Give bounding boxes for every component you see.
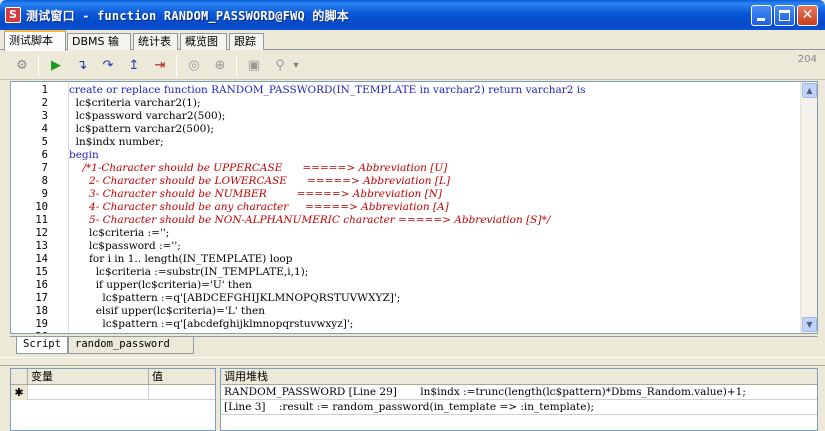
tab-dbms-output[interactable]: DBMS 输出	[67, 33, 131, 63]
line-number: 2	[41, 97, 48, 109]
step-out-icon[interactable]: ↥	[124, 56, 144, 76]
dropdown-icon[interactable]: ▾	[290, 56, 302, 76]
code-editor[interactable]: 1 2 3 4 5 6 7 8 9 10 11 12 13 14 15 16 1…	[10, 81, 818, 334]
line-number: 11	[35, 214, 48, 226]
code-comment-line[interactable]: 2- Character should be LOWERCASE =====> …	[69, 175, 450, 188]
title-bar[interactable]: S 测试窗口 - function RANDOM_PASSWORD@FWQ 的脚…	[0, 0, 825, 30]
code-line[interactable]: elsif upper(lc$criteria)='L' then	[69, 305, 265, 318]
tab-profiler[interactable]: 概览图	[180, 33, 227, 50]
code-line[interactable]: lc$criteria :=substr(IN_TEMPLATE,i,1);	[69, 266, 309, 279]
code-comment-line[interactable]: 4- Character should be any character ===…	[69, 201, 449, 214]
line-number: 4	[41, 123, 48, 135]
panel-splitter[interactable]	[0, 357, 825, 366]
close-icon: ✕	[801, 7, 814, 23]
column-header-value[interactable]: 值	[149, 369, 215, 385]
table-row[interactable]: ✱	[11, 385, 215, 400]
row-header-corner	[11, 369, 28, 385]
code-line[interactable]: lc$password :='';	[69, 240, 181, 253]
debug-toolbar: ⚙ ▶ ↴ ↷ ↥ ⇥ ◎ ⊕ ▣ ⚲ ▾ 204	[0, 51, 825, 80]
line-number: 13	[35, 240, 48, 252]
app-icon[interactable]: S	[5, 7, 21, 23]
line-number: 8	[41, 175, 48, 187]
call-stack-row[interactable]: [Line 3] :result := random_password(in_t…	[221, 400, 817, 415]
line-number: 1	[41, 84, 48, 96]
line-number: 20	[11, 331, 48, 333]
line-number: 5	[41, 136, 48, 148]
new-row-marker: ✱	[11, 385, 28, 400]
maximize-button[interactable]	[774, 5, 795, 26]
code-line[interactable]: lc$pattern :=q'[abcdefghijklmnopqrstuvwx…	[69, 318, 353, 331]
code-line[interactable]: create or replace function RANDOM_PASSWO…	[69, 84, 586, 97]
code-comment-line[interactable]: 5- Character should be NON-ALPHANUMERIC …	[69, 214, 550, 227]
line-number: 16	[35, 279, 48, 291]
minimize-icon	[757, 18, 765, 21]
minimize-button[interactable]	[751, 5, 772, 26]
code-line[interactable]: for i in 1.. length(IN_TEMPLATE) loop	[69, 253, 292, 266]
run-icon[interactable]: ▶	[46, 56, 66, 76]
line-number: 7	[41, 162, 48, 174]
variable-value-cell[interactable]	[149, 385, 215, 400]
run-to-exception-icon[interactable]: ⇥	[150, 56, 170, 76]
line-number: 3	[41, 110, 48, 122]
variables-grid[interactable]: 变量 值 ✱	[10, 368, 216, 431]
line-number: 15	[35, 266, 48, 278]
toolbar-separator	[176, 55, 177, 77]
maximize-icon	[779, 10, 790, 21]
call-stack-header: 调用堆栈	[221, 369, 817, 385]
image-icon[interactable]: ▣	[244, 56, 264, 76]
close-button[interactable]: ✕	[797, 5, 818, 26]
call-stack-row[interactable]: RANDOM_PASSWORD [Line 29] ln$indx :=trun…	[221, 385, 817, 400]
tab-trace[interactable]: 跟踪	[229, 33, 264, 50]
call-stack-panel[interactable]: 调用堆栈 RANDOM_PASSWORD [Line 29] ln$indx :…	[220, 368, 818, 431]
code-line[interactable]: lc$criteria :='';	[69, 227, 169, 240]
search-icon[interactable]: ⚲	[270, 56, 290, 76]
code-line[interactable]: lc$pattern :=q'[ABDCEFGHIJKLMNOPQRSTUVWX…	[69, 292, 400, 305]
toolbar-separator	[38, 55, 39, 77]
line-number: 18	[35, 305, 48, 317]
line-number: 9	[41, 188, 48, 200]
window-title: 测试窗口 - function RANDOM_PASSWORD@FWQ 的脚本	[26, 9, 349, 23]
editor-vertical-scrollbar[interactable]: ▲ ▼	[800, 82, 817, 333]
code-line[interactable]: ln$indx number;	[69, 136, 164, 149]
line-number: 19	[35, 318, 48, 330]
code-line[interactable]: lc$pattern varchar2(500);	[69, 123, 214, 136]
variable-name-cell[interactable]	[28, 385, 149, 400]
code-line[interactable]: lc$criteria varchar2(1);	[69, 97, 201, 110]
tab-statistics[interactable]: 统计表	[133, 33, 178, 50]
code-comment-line[interactable]: 3- Character should be NUMBER =====> Abb…	[69, 188, 442, 201]
step-into-icon[interactable]: ↴	[72, 56, 92, 76]
code-comment-line[interactable]: /*1-Character should be UPPERCASE =====>…	[69, 162, 447, 175]
line-number: 6	[41, 149, 48, 161]
code-line[interactable]: begin	[69, 149, 99, 162]
step-over-icon[interactable]: ↷	[98, 56, 118, 76]
scroll-up-icon[interactable]: ▲	[802, 83, 817, 98]
variables-header: 变量 值	[11, 369, 215, 385]
toolbar-separator	[236, 55, 237, 77]
tab-script[interactable]: Script	[16, 337, 68, 354]
code-line[interactable]: if upper(lc$criteria)='U' then	[69, 279, 252, 292]
line-number: 17	[35, 292, 48, 304]
line-number: 12	[35, 227, 48, 239]
line-number: 10	[35, 201, 48, 213]
line-count: 204	[797, 54, 817, 65]
script-tabs: Script random_password	[10, 336, 818, 356]
breakpoint-icon[interactable]: ⊕	[210, 56, 230, 76]
code-line[interactable]: lc$password varchar2(500);	[69, 110, 226, 123]
line-number-gutter: 1 2 3 4 5 6 7 8 9 10 11 12 13 14 15 16 1…	[11, 82, 66, 333]
line-number: 14	[35, 253, 48, 265]
watch-icon[interactable]: ◎	[184, 56, 204, 76]
column-header-variable[interactable]: 变量	[28, 369, 149, 385]
tab-random-password[interactable]: random_password	[68, 337, 194, 354]
tab-test-script[interactable]: 测试脚本	[4, 30, 66, 51]
execute-gear-icon[interactable]: ⚙	[12, 56, 32, 76]
scroll-down-icon[interactable]: ▼	[802, 317, 817, 332]
window-tabs: 测试脚本 DBMS 输出 统计表 概览图 跟踪	[0, 30, 825, 63]
code-area[interactable]: create or replace function RANDOM_PASSWO…	[69, 82, 799, 333]
